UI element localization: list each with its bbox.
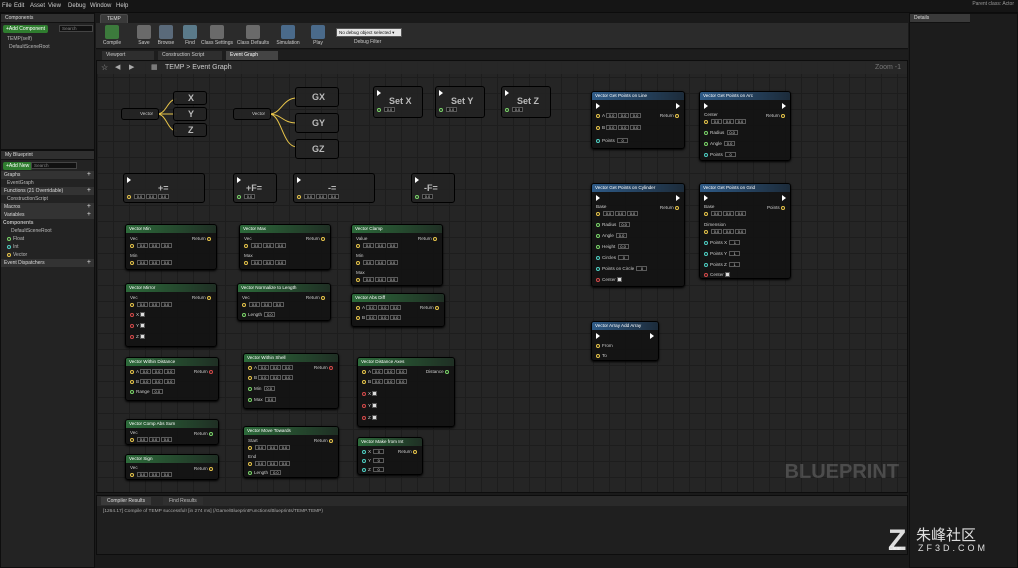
vector-comp-abs-sum-node[interactable]: Vector Comp Abs Sum Return Vec 0.0 0.0 0.0 xyxy=(125,419,219,445)
break-y-node[interactable]: Y xyxy=(173,107,207,121)
defaults-icon xyxy=(246,25,260,39)
compiler-results-panel: Compiler Results Find Results [1264.17] … xyxy=(96,495,908,555)
add-new-button[interactable]: +Add New xyxy=(3,162,33,170)
tab-construction-script[interactable]: Construction Script xyxy=(158,51,222,60)
menu-edit[interactable]: Edit xyxy=(14,3,24,9)
tab-event-graph[interactable]: Event Graph xyxy=(226,51,278,60)
component-self[interactable]: TEMP(self) xyxy=(1,35,94,43)
section-macros[interactable]: Macros + xyxy=(1,203,94,211)
tab-compiler-results[interactable]: Compiler Results xyxy=(101,497,152,505)
vector-make-from-int-node[interactable]: Vector Make from Int Return X 0 Y 0 Z 0 xyxy=(357,437,423,475)
function-constructionscript[interactable]: ConstructionScript xyxy=(1,195,94,203)
details-tab[interactable]: Details xyxy=(910,14,970,23)
editor-tab-strip: Viewport Construction Script Event Graph xyxy=(96,50,908,60)
components-panel: Components +Add Component Search TEMP(se… xyxy=(0,13,95,150)
menu-asset[interactable]: Asset xyxy=(30,3,45,9)
section-variables[interactable]: Variables + xyxy=(1,211,94,219)
gy-node[interactable]: GY xyxy=(295,113,339,133)
vector-clamp-node[interactable]: Vector Clamp Return Value 0.0 0.0 0.0 Min … xyxy=(351,224,443,286)
set-x-node[interactable]: Set X 0.0 xyxy=(373,86,423,118)
browse-icon xyxy=(159,25,173,39)
vector-move-towards-node[interactable]: Vector Move Towards Return Start 0.0 0.0 0… xyxy=(243,426,339,478)
set-z-node[interactable]: Set Z 0.0 xyxy=(501,86,551,118)
add-assign-node[interactable]: += 0.0 0.0 0.0 xyxy=(123,173,205,203)
vector-min-node[interactable]: Vector Min Return Vec 0.0 0.0 0.0 Min 0.0 0… xyxy=(125,224,217,270)
gx-node[interactable]: GX xyxy=(295,87,339,107)
event-graph-canvas[interactable]: ☆ ◀ ▶ ▦ TEMP > Event Graph Zoom -1 Vecto… xyxy=(96,60,908,493)
components-title: Components xyxy=(1,14,94,23)
class-settings-button[interactable]: Class Settings xyxy=(200,24,234,48)
vector-get-points-on-arc-node[interactable]: Vector Get Points on Arc Return Center 0… xyxy=(699,91,791,161)
vector-within-shell-node[interactable]: Vector Within Shell Return A 0.0 0.0 0.0 B0… xyxy=(243,353,339,409)
brand-logo-icon: Z xyxy=(888,524,907,557)
section-event-dispatchers[interactable]: Event Dispatchers + xyxy=(1,259,94,267)
menu-bar: File Edit Asset View Debug Window Help P… xyxy=(0,0,1018,13)
vector-array-add-array-node[interactable]: Vector Array Add Array From To xyxy=(591,321,659,361)
my-blueprint-panel: My Blueprint +Add New Search Graphs + Eve… xyxy=(0,150,95,568)
menu-debug[interactable]: Debug xyxy=(68,3,86,9)
save-icon xyxy=(137,25,151,39)
menu-window[interactable]: Window xyxy=(90,3,111,9)
vector-mirror-node[interactable]: Vector Mirror Return Vec 0.0 0.0 0.0 X Y Z xyxy=(125,283,217,347)
brand-name: 朱峰社区 xyxy=(916,527,977,544)
variable-defaultsceneroot[interactable]: DefaultSceneRoot xyxy=(1,227,94,235)
variable-getter-vector-2[interactable]: Vector xyxy=(233,108,271,120)
menu-view[interactable]: View xyxy=(48,3,61,9)
vector-sign-node[interactable]: Vector Sign Return Vec 0.0 0.0 0.0 xyxy=(125,454,219,480)
menu-help[interactable]: Help xyxy=(116,3,128,9)
break-x-node[interactable]: X xyxy=(173,91,207,105)
compile-icon xyxy=(105,25,119,39)
my-blueprint-title: My Blueprint xyxy=(1,151,94,160)
vector-abs-diff-node[interactable]: Vector Abs Diff Return A 0.0 0.0 0.0 B 0.0 0.… xyxy=(351,293,445,327)
simulation-icon xyxy=(281,25,295,39)
binoculars-icon xyxy=(183,25,197,39)
simulation-button[interactable]: Simulation xyxy=(274,24,302,48)
gz-node[interactable]: GZ xyxy=(295,139,339,159)
graph-eventgraph[interactable]: EventGraph xyxy=(1,179,94,187)
set-y-node[interactable]: Set Y 0.0 xyxy=(435,86,485,118)
vector-normalize-to-length-node[interactable]: Vector Normalize to Length Return Vec 0.… xyxy=(237,283,331,321)
my-blueprint-search-input[interactable]: Search xyxy=(31,162,77,169)
play-icon xyxy=(311,25,325,39)
section-graphs[interactable]: Graphs + xyxy=(1,171,94,179)
variable-group-components[interactable]: Components xyxy=(1,219,94,227)
vector-distance-axes-node[interactable]: Vector Distance Axes Distance A 0.0 0.0 0.0… xyxy=(357,357,455,427)
variable-vector[interactable]: Vector xyxy=(1,251,94,259)
components-search-input[interactable]: Search xyxy=(59,25,93,32)
blueprint-watermark: BLUEPRINT xyxy=(784,461,899,483)
subtract-assign-node[interactable]: -= 0.0 0.0 0.0 xyxy=(293,173,375,203)
section-functions[interactable]: Functions (21 Overridable) + xyxy=(1,187,94,195)
debug-filter-label: Debug Filter xyxy=(354,39,382,45)
vector-get-points-on-cylinder-node[interactable]: Vector Get Points on Cylinder Return Bas… xyxy=(591,183,685,287)
subtract-float-assign-node[interactable]: -F= 0.0 xyxy=(411,173,455,203)
variable-getter-vector[interactable]: Vector xyxy=(121,108,159,120)
gear-icon xyxy=(210,25,224,39)
menu-file[interactable]: File xyxy=(2,3,12,9)
add-float-assign-node[interactable]: +F= 0.0 xyxy=(233,173,277,203)
component-defaultsceneroot[interactable]: DefaultSceneRoot xyxy=(1,43,94,51)
toolbar: Compile Save Browse Find Class Settings … xyxy=(96,23,908,49)
play-button[interactable]: Play xyxy=(304,24,332,48)
vector-max-node[interactable]: Vector Max Return Vec 0.0 0.0 0.0 Max 0.0 0… xyxy=(239,224,331,270)
tab-viewport[interactable]: Viewport xyxy=(102,51,154,60)
vector-get-points-on-grid-node[interactable]: Vector Get Points on Grid Points Base 0.… xyxy=(699,183,791,279)
brand-url: ZF3D.COM xyxy=(918,543,988,553)
add-component-button[interactable]: +Add Component xyxy=(3,25,49,33)
brand-watermark: Z 朱峰社区 ZF3D.COM xyxy=(888,522,1014,558)
details-panel: Details xyxy=(909,13,1018,568)
parent-class-label: Parent class: Actor xyxy=(972,1,1014,7)
vector-get-points-on-line-node[interactable]: Vector Get Points on Line Return A 0.0 0.0… xyxy=(591,91,685,149)
break-z-node[interactable]: Z xyxy=(173,123,207,137)
compile-button[interactable]: Compile xyxy=(98,24,126,48)
variable-int[interactable]: Int xyxy=(1,243,94,251)
document-tab[interactable]: TEMP xyxy=(100,14,128,23)
class-defaults-button[interactable]: Class Defaults xyxy=(236,24,270,48)
variable-float[interactable]: Float xyxy=(1,235,94,243)
compile-log-line: [1264.17] Compile of TEMP successful! [i… xyxy=(103,509,323,514)
tab-find-results[interactable]: Find Results xyxy=(163,497,203,505)
debug-object-select[interactable]: No debug object selected ▾ xyxy=(336,28,402,37)
vector-within-distance-node[interactable]: Vector Within Distance Return A 0.0 0.0 0.0… xyxy=(125,357,219,401)
